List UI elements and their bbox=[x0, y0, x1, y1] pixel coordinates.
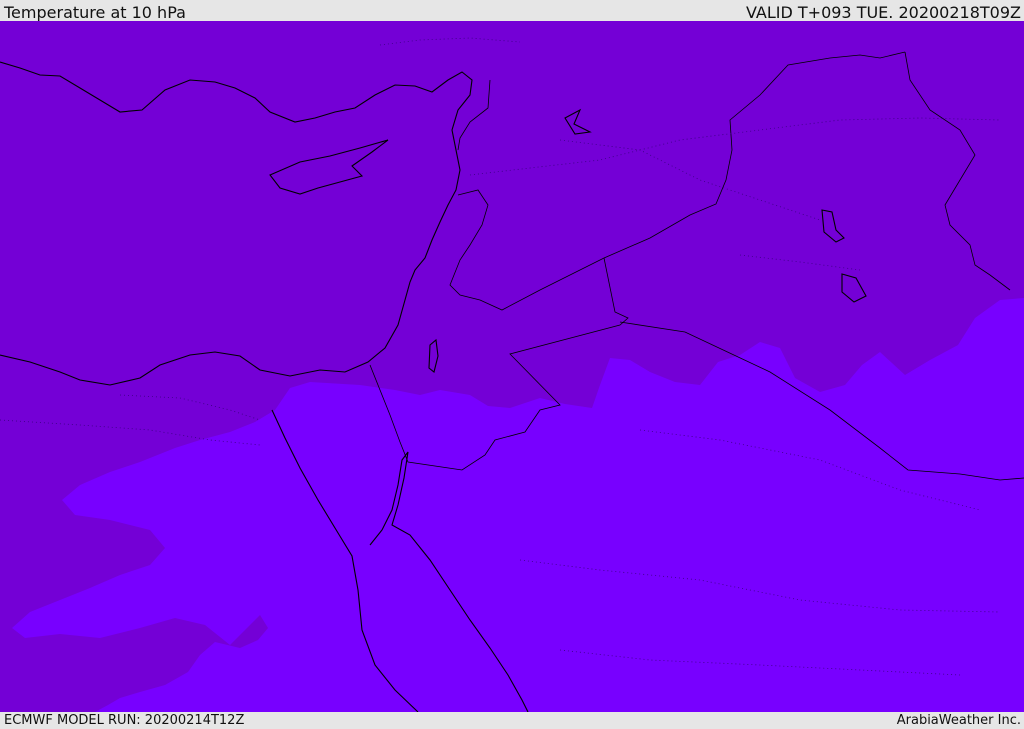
footer-bar: ECMWF MODEL RUN: 20200214T12Z ArabiaWeat… bbox=[0, 712, 1024, 729]
map-title: Temperature at 10 hPa bbox=[4, 3, 186, 22]
title-bar: Temperature at 10 hPa VALID T+093 TUE. 2… bbox=[0, 0, 1024, 21]
model-run: ECMWF MODEL RUN: 20200214T12Z bbox=[4, 713, 245, 728]
temperature-map[interactable] bbox=[0, 21, 1024, 712]
credit: ArabiaWeather Inc. bbox=[896, 713, 1021, 728]
valid-time: VALID T+093 TUE. 20200218T09Z bbox=[745, 3, 1021, 22]
